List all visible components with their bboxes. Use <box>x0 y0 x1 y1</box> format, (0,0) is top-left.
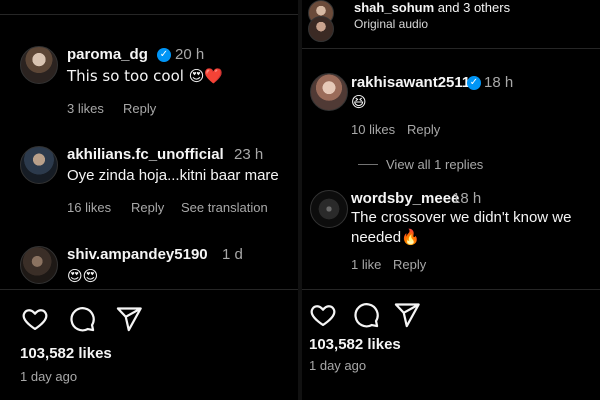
avatar[interactable] <box>20 46 58 84</box>
verified-icon: ✓ <box>467 76 481 90</box>
heart-icon[interactable] <box>21 305 49 333</box>
actions-separator <box>0 289 298 290</box>
see-translation-button[interactable]: See translation <box>181 200 268 215</box>
comment-username[interactable]: rakhisawant2511 <box>351 74 470 91</box>
avatar[interactable] <box>310 73 348 111</box>
comment-username[interactable]: akhilians.fc_unofficial <box>67 146 224 163</box>
reply-button[interactable]: Reply <box>407 122 440 137</box>
comment-likes[interactable]: 16 likes <box>67 200 111 215</box>
post-timestamp: 1 day ago <box>309 358 367 373</box>
audio-others[interactable]: and 3 others <box>434 0 510 15</box>
heart-icon[interactable] <box>309 301 337 329</box>
verified-icon: ✓ <box>157 48 171 62</box>
comment-likes[interactable]: 10 likes <box>351 122 395 137</box>
actions-separator <box>302 289 600 290</box>
reply-button[interactable]: Reply <box>131 200 164 215</box>
left-panel: paroma_dg ✓ 20 h This so too cool 😍❤️ 3 … <box>0 0 298 400</box>
avatar[interactable] <box>310 190 348 228</box>
comment-likes[interactable]: 3 likes <box>67 101 104 116</box>
comment-time: 23 h <box>234 146 264 163</box>
comment-username[interactable]: wordsby_meee <box>351 190 459 207</box>
comment-icon[interactable] <box>68 305 96 333</box>
view-replies-button[interactable]: View all 1 replies <box>386 157 483 172</box>
comment-time: 1 d <box>222 246 243 263</box>
comment-time: 18 h <box>484 74 514 91</box>
share-icon[interactable] <box>115 305 143 333</box>
top-separator <box>0 14 298 15</box>
audio-user[interactable]: shah_sohum <box>354 0 434 15</box>
likes-count[interactable]: 103,582 likes <box>309 336 401 353</box>
reply-button[interactable]: Reply <box>123 101 156 116</box>
right-panel: shah_sohum and 3 others Original audio r… <box>302 0 600 400</box>
likes-count[interactable]: 103,582 likes <box>20 345 112 362</box>
comment-likes[interactable]: 1 like <box>351 257 381 272</box>
avatar[interactable] <box>308 16 334 42</box>
replies-divider <box>358 164 378 165</box>
reply-button[interactable]: Reply <box>393 257 426 272</box>
comment-text: 😍😍 <box>67 267 99 285</box>
top-separator <box>302 48 600 49</box>
comment-username[interactable]: shiv.ampandey5190 <box>67 246 208 263</box>
comment-time: 20 h <box>175 46 205 63</box>
post-timestamp: 1 day ago <box>20 369 78 384</box>
audio-label[interactable]: Original audio <box>354 14 428 34</box>
avatar[interactable] <box>20 146 58 184</box>
comment-text: The crossover we didn't know we needed🔥 <box>351 209 572 246</box>
share-icon[interactable] <box>393 301 421 329</box>
comment-username[interactable]: paroma_dg <box>67 46 148 63</box>
comment-text: This so too cool 😍❤️ <box>67 67 224 85</box>
comment-time: 18 h <box>452 190 482 207</box>
comment-text: Oye zinda hoja...kitni baar mare <box>67 167 279 184</box>
comment-icon[interactable] <box>352 301 380 329</box>
comment-text: 😆 <box>351 93 367 111</box>
avatar[interactable] <box>20 246 58 284</box>
